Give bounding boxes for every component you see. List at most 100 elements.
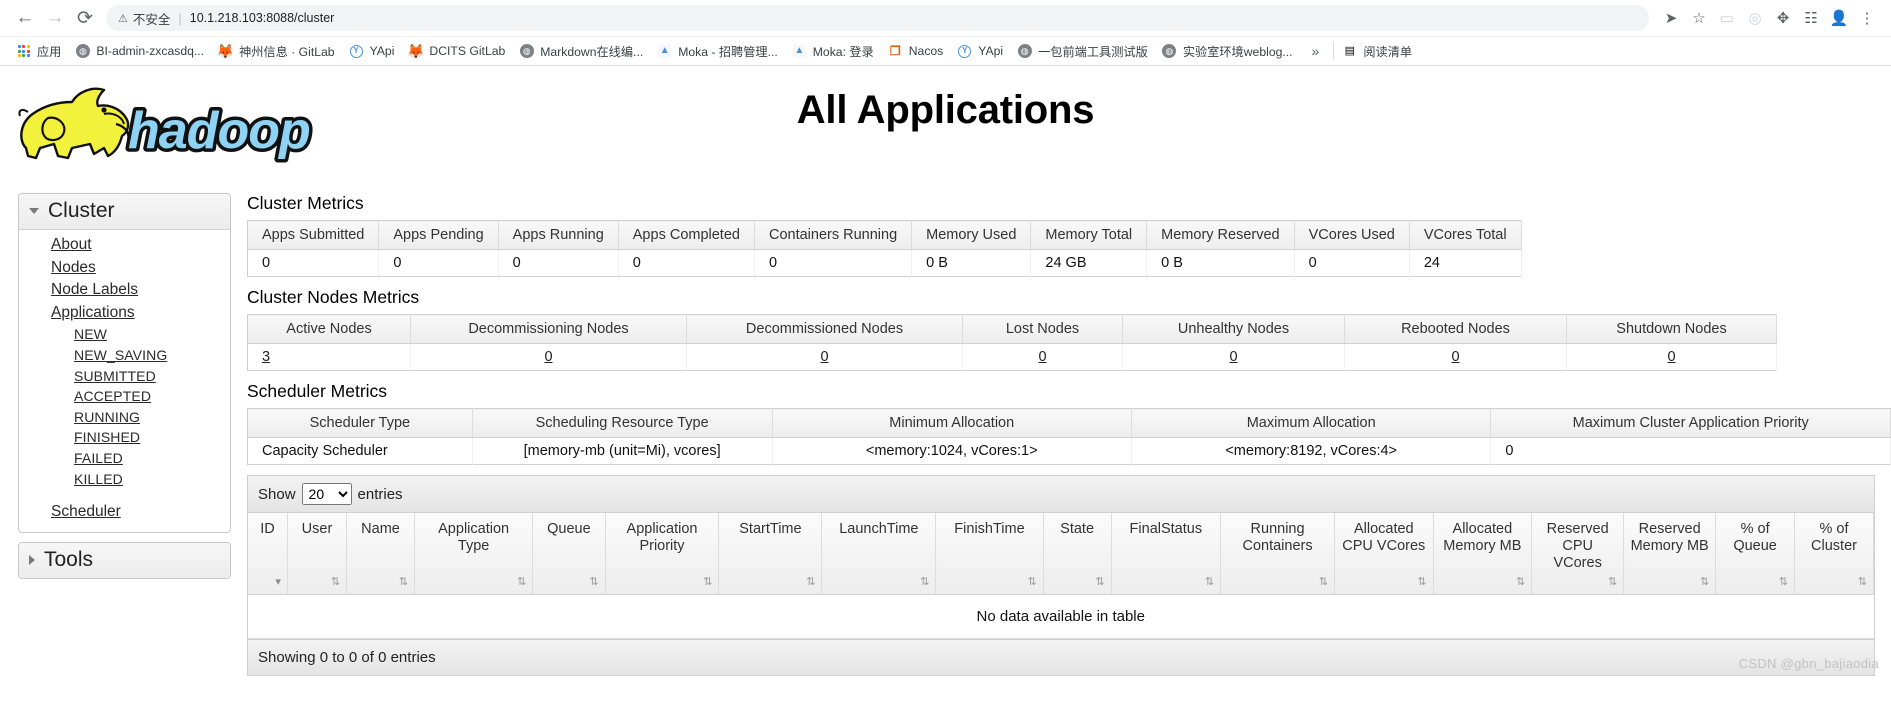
bookmarks-overflow-button[interactable]: »: [1306, 43, 1326, 59]
val-apps-running: 0: [498, 249, 619, 277]
sidebar-tools-header[interactable]: Tools: [19, 542, 230, 578]
extension-placeholder-icon[interactable]: ▭: [1713, 4, 1741, 32]
col-reserved-memory-mb[interactable]: Reserved Memory MB ⇅: [1623, 513, 1717, 596]
reading-list-button[interactable]: ▤ 阅读清单: [1342, 42, 1412, 60]
col-apps-submitted: Apps Submitted: [247, 220, 380, 250]
send-icon[interactable]: ➤: [1657, 4, 1685, 32]
bookmark-moka-login[interactable]: ▲ Moka: 登录: [785, 39, 881, 63]
sidebar-item-nodes[interactable]: Nodes: [19, 257, 230, 280]
bookmark-label: YApi: [369, 44, 395, 58]
sidebar-item-scheduler[interactable]: Scheduler: [19, 501, 230, 524]
col-state[interactable]: State ⇅: [1043, 513, 1112, 596]
col-finishtime[interactable]: FinishTime ⇅: [935, 513, 1044, 596]
back-button[interactable]: ←: [10, 3, 40, 33]
profile-avatar-icon[interactable]: 👤: [1825, 4, 1853, 32]
sidebar-item-node-labels[interactable]: Node Labels: [19, 279, 230, 302]
page-title: All Applications: [796, 88, 1095, 132]
col-id[interactable]: ID ▾: [248, 513, 288, 596]
unhealthy-nodes-link[interactable]: 0: [1229, 349, 1237, 365]
col-allocated-memory-mb[interactable]: Allocated Memory MB ⇅: [1433, 513, 1533, 596]
active-nodes-link[interactable]: 3: [262, 349, 270, 365]
bookmark-apps[interactable]: 应用: [9, 39, 68, 63]
bookmark-markdown-editor[interactable]: ◍ Markdown在线编...: [512, 39, 650, 63]
col-running-containers[interactable]: Running Containers ⇅: [1220, 513, 1335, 596]
sidebar-cluster-header[interactable]: Cluster: [19, 194, 230, 230]
sort-both-icon: ⇅: [1095, 576, 1105, 589]
not-secure-label: 不安全: [132, 12, 171, 27]
bookmark-frontend-tools[interactable]: ◍ 一包前端工具测试版: [1010, 39, 1155, 63]
val-max-cluster-app-priority: 0: [1490, 437, 1891, 465]
sidebar-item-state-submitted[interactable]: SUBMITTED: [19, 366, 230, 387]
bookmark-shenzhou-gitlab[interactable]: 🦊 神州信息 · GitLab: [211, 39, 342, 63]
shutdown-nodes-link[interactable]: 0: [1667, 349, 1675, 365]
col-label: User: [301, 521, 333, 537]
bookmark-lab-weblog[interactable]: ◍ 实验室环境weblog...: [1155, 39, 1300, 63]
sidebar-item-applications[interactable]: Applications: [19, 302, 230, 325]
entries-label: entries: [357, 485, 403, 503]
col-allocated-cpu-vcores[interactable]: Allocated CPU VCores ⇅: [1334, 513, 1434, 596]
sidebar-item-state-new-saving[interactable]: NEW_SAVING: [19, 345, 230, 366]
decommissioned-nodes-link[interactable]: 0: [820, 349, 828, 365]
col-name[interactable]: Name ⇅: [346, 513, 415, 596]
col-active-nodes: Active Nodes: [247, 314, 411, 344]
sort-both-icon: ⇅: [703, 576, 713, 589]
forward-button[interactable]: →: [40, 3, 70, 33]
sidebar-item-state-accepted[interactable]: ACCEPTED: [19, 386, 230, 407]
puzzle-extensions-icon[interactable]: ✥: [1769, 4, 1797, 32]
media-list-icon[interactable]: ☷: [1797, 4, 1825, 32]
camera-icon[interactable]: ◎: [1741, 4, 1769, 32]
table-header-row: Apps Submitted Apps Pending Apps Running…: [247, 220, 1522, 250]
col-percent-of-queue[interactable]: % of Queue ⇅: [1715, 513, 1796, 596]
col-application-priority[interactable]: Application Priority ⇅: [605, 513, 720, 596]
col-user[interactable]: User ⇅: [287, 513, 348, 596]
bookmark-yapi-2[interactable]: Y YApi: [950, 39, 1010, 63]
bookmark-dcits-gitlab[interactable]: 🦊 DCITS GitLab: [401, 39, 512, 63]
col-reserved-cpu-vcores[interactable]: Reserved CPU VCores ⇅: [1531, 513, 1625, 596]
page-size-select[interactable]: 20 50 100: [301, 483, 352, 505]
sidebar-item-state-running[interactable]: RUNNING: [19, 407, 230, 428]
sidebar-item-about[interactable]: About: [19, 234, 230, 257]
bookmark-moka-recruit[interactable]: ▲ Moka - 招聘管理...: [650, 39, 785, 63]
sidebar-item-state-new[interactable]: NEW: [19, 324, 230, 345]
bookmark-label: YApi: [978, 44, 1004, 58]
col-label: FinalStatus: [1129, 521, 1203, 537]
col-launchtime[interactable]: LaunchTime ⇅: [821, 513, 937, 596]
bookmark-label: 神州信息 · GitLab: [239, 45, 335, 59]
bookmark-star-icon[interactable]: ☆: [1685, 4, 1713, 32]
bookmark-yapi-1[interactable]: Y YApi: [342, 39, 402, 63]
globe-icon: ◍: [1017, 44, 1032, 59]
sidebar-item-state-finished[interactable]: FINISHED: [19, 427, 230, 448]
val-apps-completed: 0: [618, 249, 755, 277]
sidebar-item-state-killed[interactable]: KILLED: [19, 469, 230, 490]
sidebar-item-state-failed[interactable]: FAILED: [19, 448, 230, 469]
decommissioning-nodes-link[interactable]: 0: [544, 349, 552, 365]
not-secure-warning-icon: ⚠: [118, 12, 128, 25]
col-starttime[interactable]: StartTime ⇅: [718, 513, 823, 596]
val-active-nodes: 3: [247, 343, 411, 371]
col-label: Allocated Memory MB: [1443, 521, 1522, 555]
bookmark-bi-admin[interactable]: ◍ BI-admin-zxcasdq...: [68, 39, 211, 63]
col-apps-completed: Apps Completed: [618, 220, 755, 250]
col-label: State: [1060, 521, 1095, 537]
col-percent-of-cluster[interactable]: % of Cluster ⇅: [1794, 513, 1874, 596]
sort-both-icon: ⇅: [517, 576, 527, 589]
col-label: Application Type: [438, 521, 510, 555]
col-finalstatus[interactable]: FinalStatus ⇅: [1111, 513, 1222, 596]
sort-both-icon: ⇅: [1027, 576, 1037, 589]
chrome-menu-icon[interactable]: ⋮: [1853, 4, 1881, 32]
bookmark-nacos[interactable]: ❐ Nacos: [881, 39, 951, 63]
main-content: Cluster Metrics Apps Submitted Apps Pend…: [247, 193, 1891, 679]
col-application-type[interactable]: Application Type ⇅: [414, 513, 534, 596]
reload-button[interactable]: ⟳: [70, 3, 100, 33]
col-queue[interactable]: Queue ⇅: [532, 513, 606, 596]
chevron-right-icon: [29, 554, 35, 565]
address-bar[interactable]: ⚠ 不安全 | 10.1.218.103:8088/cluster: [106, 5, 1649, 31]
sidebar-tools-label: Tools: [44, 547, 94, 571]
sort-both-icon: ⇅: [920, 576, 930, 589]
scheduler-metrics-table: Scheduler Type Scheduling Resource Type …: [247, 408, 1891, 465]
table-row: 0 0 0 0 0 0 B 24 GB 0 B 0 24: [247, 249, 1522, 277]
rebooted-nodes-link[interactable]: 0: [1451, 349, 1459, 365]
empty-state-row: No data available in table: [248, 594, 1874, 640]
col-memory-used: Memory Used: [911, 220, 1032, 250]
lost-nodes-link[interactable]: 0: [1038, 349, 1046, 365]
